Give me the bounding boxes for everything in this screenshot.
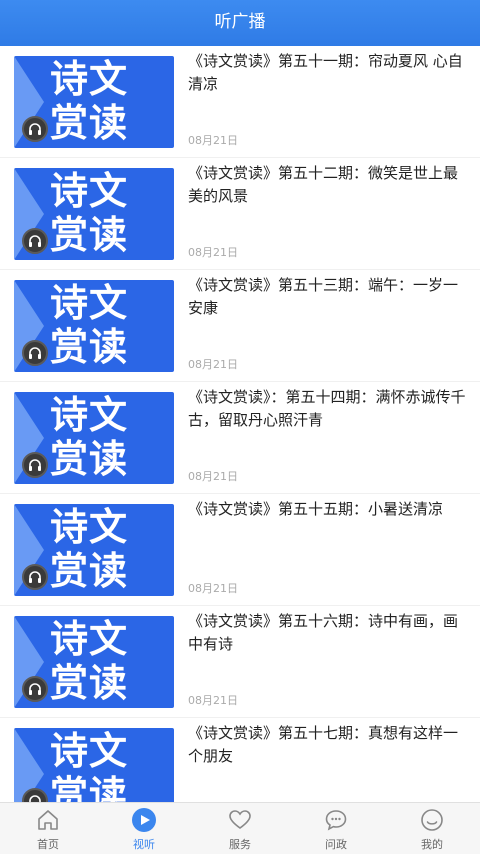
tab-label: 我的 bbox=[421, 838, 443, 851]
list-item[interactable]: 诗文 赏读 《诗文赏读》：第五十四期：满怀赤诚传千古，留取丹心照汗青 08月21… bbox=[0, 382, 480, 494]
thumbnail-text-line2: 赏读 bbox=[50, 549, 129, 593]
headphones-icon bbox=[22, 228, 48, 254]
item-title[interactable]: 《诗文赏读》第五十三期：端午：一岁一安康 bbox=[188, 274, 468, 320]
item-title[interactable]: 《诗文赏读》第五十一期：帘动夏风 心自清凉 bbox=[188, 50, 468, 96]
broadcast-list[interactable]: 诗文 赏读 《诗文赏读》第五十一期：帘动夏风 心自清凉 08月21日 诗文 赏读… bbox=[0, 46, 480, 802]
thumbnail-text-line2: 赏读 bbox=[50, 213, 129, 257]
item-date: 08月21日 bbox=[188, 358, 238, 371]
thumbnail: 诗文 赏读 bbox=[14, 168, 174, 260]
tab-label: 服务 bbox=[229, 838, 251, 851]
thumbnail-text-line1: 诗文 bbox=[50, 281, 129, 325]
list-item[interactable]: 诗文 赏读 《诗文赏读》第五十五期：小暑送清凉 08月21日 bbox=[0, 494, 480, 606]
thumbnail-text-line1: 诗文 bbox=[50, 169, 129, 213]
thumbnail-text-line2: 赏读 bbox=[50, 437, 129, 481]
thumbnail: 诗文 赏读 bbox=[14, 504, 174, 596]
thumbnail-text-line1: 诗文 bbox=[50, 617, 129, 661]
thumbnail: 诗文 赏读 bbox=[14, 280, 174, 372]
page-title: 听广播 bbox=[0, 0, 480, 46]
heart-icon bbox=[229, 810, 251, 829]
list-item[interactable]: 诗文 赏读 《诗文赏读》第五十二期：微笑是世上最美的风景 08月21日 bbox=[0, 158, 480, 270]
item-title[interactable]: 《诗文赏读》第五十二期：微笑是世上最美的风景 bbox=[188, 162, 468, 208]
item-date: 08月21日 bbox=[188, 246, 238, 259]
chat-icon bbox=[325, 810, 347, 831]
thumbnail-text-line1: 诗文 bbox=[50, 505, 129, 549]
bottom-tab-bar: 首页 视听 服务 问政 我的 bbox=[0, 802, 480, 854]
tab-label: 问政 bbox=[325, 838, 347, 851]
item-date: 08月21日 bbox=[188, 134, 238, 147]
tab-media[interactable]: 视听 bbox=[96, 803, 192, 854]
tab-inquiry[interactable]: 问政 bbox=[288, 803, 384, 854]
thumbnail: 诗文 赏读 bbox=[14, 56, 174, 148]
thumbnail: 诗文 赏读 bbox=[14, 392, 174, 484]
item-date: 08月21日 bbox=[188, 694, 238, 707]
headphones-icon bbox=[22, 676, 48, 702]
thumbnail-text-line2: 赏读 bbox=[50, 773, 129, 802]
item-date: 08月21日 bbox=[188, 582, 238, 595]
thumbnail-text-line2: 赏读 bbox=[50, 325, 129, 369]
tab-profile[interactable]: 我的 bbox=[384, 803, 480, 854]
thumbnail: 诗文 赏读 bbox=[14, 616, 174, 708]
tab-label: 视听 bbox=[133, 838, 155, 851]
item-title[interactable]: 《诗文赏读》第五十五期：小暑送清凉 bbox=[188, 498, 468, 521]
list-item[interactable]: 诗文 赏读 《诗文赏读》第五十三期：端午：一岁一安康 08月21日 bbox=[0, 270, 480, 382]
item-title[interactable]: 《诗文赏读》第五十六期：诗中有画，画中有诗 bbox=[188, 610, 468, 656]
item-title[interactable]: 《诗文赏读》：第五十四期：满怀赤诚传千古，留取丹心照汗青 bbox=[188, 386, 468, 432]
headphones-icon bbox=[22, 452, 48, 478]
item-date: 08月21日 bbox=[188, 470, 238, 483]
thumbnail: 诗文 赏读 bbox=[14, 728, 174, 802]
thumbnail-text-line1: 诗文 bbox=[50, 57, 129, 101]
thumbnail-text-line2: 赏读 bbox=[50, 101, 129, 145]
thumbnail-text-line2: 赏读 bbox=[50, 661, 129, 705]
headphones-icon bbox=[22, 564, 48, 590]
list-item[interactable]: 诗文 赏读 《诗文赏读》第五十六期：诗中有画，画中有诗 08月21日 bbox=[0, 606, 480, 718]
home-icon bbox=[38, 810, 58, 830]
tab-services[interactable]: 服务 bbox=[192, 803, 288, 854]
headphones-icon bbox=[22, 116, 48, 142]
list-item[interactable]: 诗文 赏读 《诗文赏读》第五十七期：真想有这样一个朋友 bbox=[0, 718, 480, 802]
list-item[interactable]: 诗文 赏读 《诗文赏读》第五十一期：帘动夏风 心自清凉 08月21日 bbox=[0, 46, 480, 158]
thumbnail-text-line1: 诗文 bbox=[50, 729, 129, 773]
tab-label: 首页 bbox=[37, 838, 59, 851]
thumbnail-text-line1: 诗文 bbox=[50, 393, 129, 437]
play-icon bbox=[132, 808, 156, 832]
headphones-icon bbox=[22, 788, 48, 802]
headphones-icon bbox=[22, 340, 48, 366]
tab-home[interactable]: 首页 bbox=[0, 803, 96, 854]
user-icon bbox=[421, 809, 443, 831]
item-title[interactable]: 《诗文赏读》第五十七期：真想有这样一个朋友 bbox=[188, 722, 468, 768]
